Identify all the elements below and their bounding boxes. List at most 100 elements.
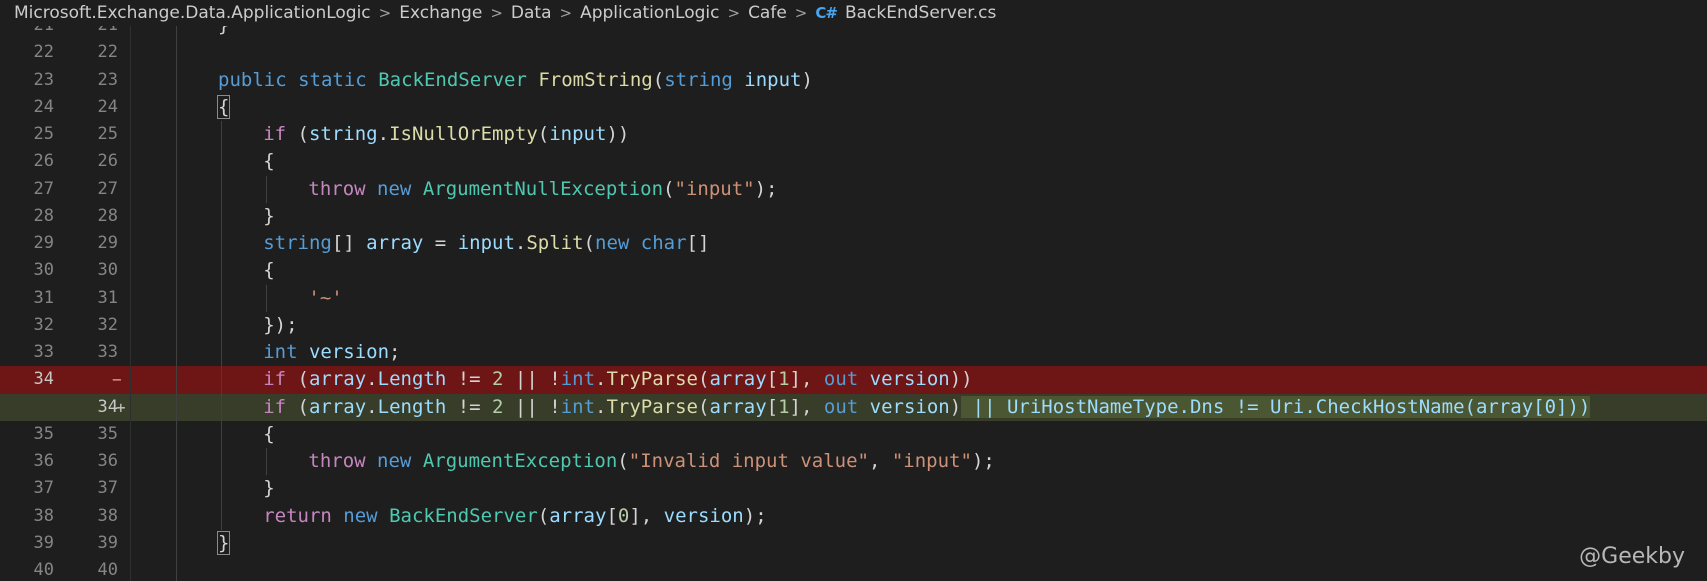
diff-line-context[interactable]: 37 37}	[0, 475, 1707, 503]
gutter-divider	[130, 202, 131, 230]
diff-line-context[interactable]: 21 21}	[0, 26, 1707, 40]
code-token: [	[606, 504, 618, 527]
gutter-divider	[130, 448, 131, 476]
new-line-number: 35	[97, 423, 118, 444]
diff-editor[interactable]: 2121}22222323public static BackEndServer…	[0, 26, 1707, 581]
indent-guide	[176, 557, 177, 581]
code-token: (	[652, 68, 665, 91]
new-line-number: 28	[97, 205, 118, 226]
code-token: char	[640, 232, 687, 254]
breadcrumb-item[interactable]: Data	[511, 3, 552, 23]
code-token: input	[457, 232, 515, 254]
diff-line-context[interactable]: 29 29 string[] array = input.Split(new cha…	[0, 230, 1707, 258]
gutter-divider	[130, 66, 131, 94]
indent-guide	[266, 175, 268, 203]
new-line-number: 27	[97, 178, 118, 199]
breadcrumb-item[interactable]: Microsoft.Exchange.Data.ApplicationLogic	[14, 3, 371, 23]
code-token: array	[308, 368, 367, 391]
diff-line-context[interactable]: 27 27 throw new ArgumentNullException("inp…	[0, 175, 1707, 203]
code-token: public	[218, 68, 287, 91]
gutter-divider	[130, 339, 131, 367]
code-token: []	[331, 232, 367, 254]
code-token: if	[263, 395, 287, 418]
indent-guide	[176, 502, 177, 530]
code-token: array	[709, 368, 767, 391]
code-token: '~'	[308, 286, 343, 309]
diff-line-context[interactable]: 24 24 {	[0, 93, 1707, 121]
diff-line-context[interactable]: 40 40	[0, 557, 1707, 581]
indent-guide	[176, 230, 177, 258]
breadcrumb-item[interactable]: Cafe	[748, 3, 787, 23]
old-line-number: 29	[33, 233, 54, 253]
gutter-divider	[130, 366, 131, 394]
diff-line-context[interactable]: 22 22	[0, 39, 1707, 67]
indent-guide	[221, 311, 223, 339]
code-token: input	[549, 123, 607, 145]
diff-line-context[interactable]: 28 28}	[0, 202, 1707, 230]
new-line-number: 23	[97, 69, 118, 90]
gutter-divider	[130, 121, 131, 149]
code-token: BackEndServer	[378, 68, 527, 91]
indent-guide	[221, 175, 223, 203]
diff-line-context[interactable]: 23 23 public static BackEndServer FromStri…	[0, 66, 1707, 94]
code-token: array	[549, 504, 607, 527]
old-line-number: 38	[33, 505, 54, 526]
chevron-right-icon: >	[378, 4, 392, 22]
code-token: ],	[629, 504, 664, 527]
new-line-number: 39	[97, 532, 118, 553]
code-token: out	[823, 368, 859, 391]
code-text: {	[263, 421, 274, 448]
code-token: .	[595, 395, 607, 418]
indent-guide	[176, 475, 177, 503]
code-token: array	[308, 395, 367, 418]
diff-line-added[interactable]: 34 + if (array.Length != 2 || !int.TryPars…	[0, 393, 1707, 421]
old-line-number: 21	[14, 26, 54, 39]
new-line-number: 37	[97, 478, 118, 499]
code-token: .	[514, 232, 527, 254]
indent-guide	[176, 121, 177, 149]
breadcrumb-item[interactable]: Exchange	[399, 3, 482, 23]
breadcrumb-file-name[interactable]: BackEndServer.cs	[845, 3, 996, 23]
diff-line-context[interactable]: 38 38 return new BackEndServer(array[0], v…	[0, 502, 1707, 530]
diff-line-context[interactable]: 26 26 {	[0, 148, 1707, 176]
diff-line-context[interactable]: 32 32});	[0, 311, 1707, 339]
old-line-number: 40	[33, 560, 54, 580]
indent-guide	[221, 475, 223, 503]
code-token: (	[697, 368, 710, 391]
diff-line-context[interactable]: 39 39}	[0, 529, 1707, 557]
code-token: (	[663, 177, 675, 200]
code-token: ArgumentNullException	[422, 177, 664, 200]
indent-guide	[176, 529, 177, 557]
diff-line-context[interactable]: 36 36 throw new ArgumentException("Invalid…	[0, 448, 1707, 476]
code-token: array	[366, 232, 424, 254]
new-line-number: 29	[97, 233, 118, 253]
diff-line-removed[interactable]: 34− if (array.Length != 2 || !int.TryPars…	[0, 366, 1707, 394]
breadcrumb-item[interactable]: ApplicationLogic	[580, 3, 719, 23]
indent-guide	[221, 420, 223, 448]
code-token: )	[801, 68, 813, 91]
indent-guide	[176, 448, 177, 476]
diff-line-context[interactable]: 31 31 '~'	[0, 284, 1707, 312]
code-text: string[] array = input.Split(new char[]	[263, 230, 709, 257]
gutter-divider	[130, 284, 131, 312]
indent-guide	[176, 175, 177, 203]
diff-line-context[interactable]: 35 35 {	[0, 420, 1707, 448]
code-text: return new BackEndServer(array[0], versi…	[263, 503, 766, 530]
code-token: IsNullOrEmpty	[389, 123, 538, 145]
breadcrumb: Microsoft.Exchange.Data.ApplicationLogic…	[0, 0, 1707, 26]
indent-guide	[221, 148, 223, 176]
code-token: version	[869, 368, 950, 391]
code-token: .	[366, 368, 378, 391]
diff-line-context[interactable]: 25 25 if (string.IsNullOrEmpty(input))	[0, 121, 1707, 149]
old-line-number: 32	[33, 314, 54, 335]
code-token: "input"	[674, 177, 755, 200]
indent-guide	[221, 339, 223, 367]
diff-line-context[interactable]: 30 30 {	[0, 257, 1707, 285]
code-token: !=	[446, 368, 493, 391]
diff-line-context[interactable]: 33 33 int version;	[0, 339, 1707, 367]
code-token: []	[686, 232, 710, 254]
